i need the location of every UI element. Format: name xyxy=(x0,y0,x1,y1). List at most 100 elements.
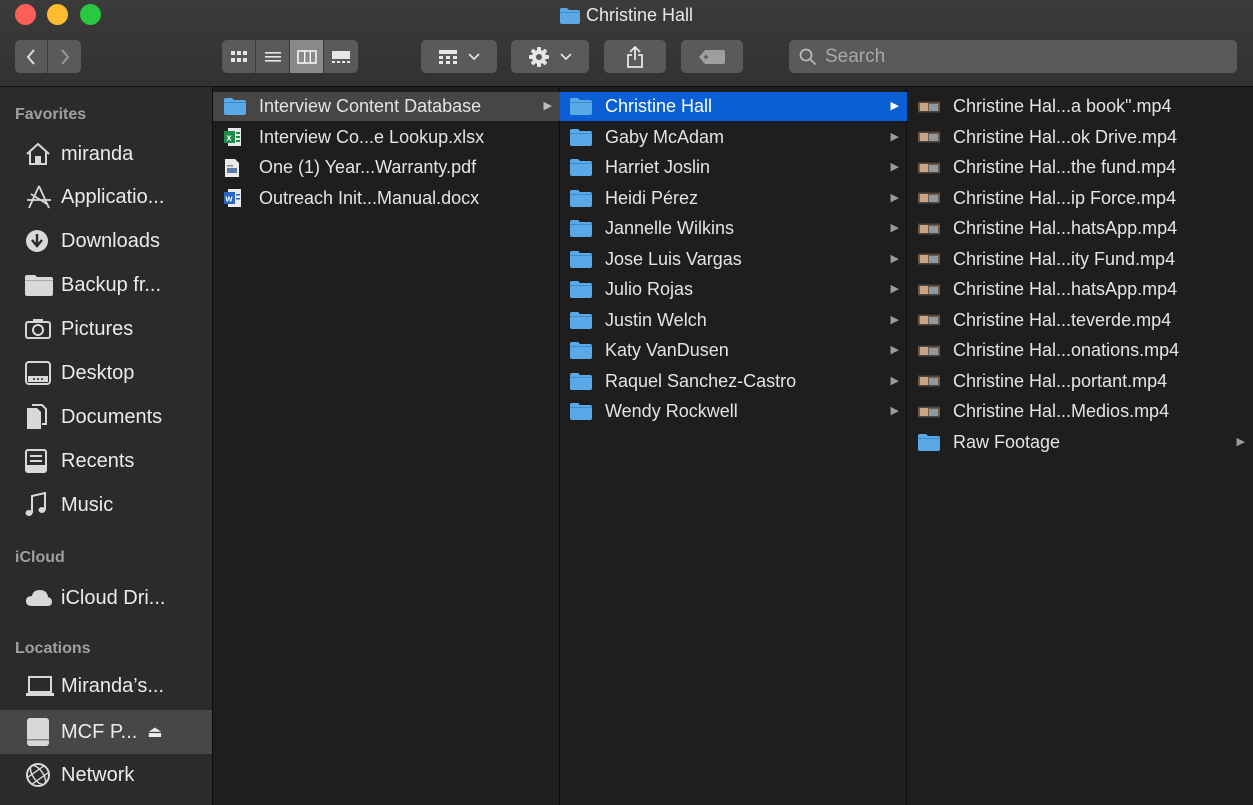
folder-icon xyxy=(559,7,580,29)
sidebar-item-label: iCloud Dri... xyxy=(61,586,166,609)
file-row[interactable]: Christine Hal...hatsApp.mp4 xyxy=(907,275,1253,304)
sidebar-item-desktop[interactable]: Desktop xyxy=(0,352,212,394)
tag-icon xyxy=(699,49,725,64)
file-row[interactable]: w Outreach Init...Manual.docx xyxy=(213,184,560,213)
folder-icon xyxy=(25,271,61,299)
documents-icon xyxy=(25,403,61,431)
browser-column-2: Christine Hall ▶ Gaby McAdam ▶ Harriet Josli… xyxy=(560,87,907,805)
sidebar-item-label: Pictures xyxy=(61,317,134,340)
file-row[interactable]: Christine Hal...onations.mp4 xyxy=(907,336,1253,365)
tag-button[interactable] xyxy=(681,40,743,73)
sidebar-item-downloads[interactable]: Downloads xyxy=(0,220,212,262)
gallery-view-button[interactable] xyxy=(324,40,358,73)
folder-row[interactable]: Heidi Pérez ▶ xyxy=(560,184,907,213)
grid-icon xyxy=(230,50,247,62)
video-file-icon xyxy=(918,158,940,178)
file-row[interactable]: Christine Hal...teverde.mp4 xyxy=(907,306,1253,335)
video-file-icon xyxy=(918,341,940,361)
folder-row[interactable]: Raw Footage ▶ xyxy=(907,428,1253,457)
item-name: Christine Hal...ity Fund.mp4 xyxy=(953,248,1176,269)
view-mode-control xyxy=(222,40,358,73)
pdf-icon xyxy=(224,158,246,178)
folder-row[interactable]: Jannelle Wilkins ▶ xyxy=(560,214,907,243)
folder-row[interactable]: Katy VanDusen ▶ xyxy=(560,336,907,365)
file-row[interactable]: Christine Hal...a book".mp4 xyxy=(907,92,1253,121)
item-name: Gaby McAdam xyxy=(605,126,725,147)
file-row[interactable]: Christine Hal...ity Fund.mp4 xyxy=(907,245,1253,274)
item-name: Outreach Init...Manual.docx xyxy=(259,187,480,208)
item-name: One (1) Year...Warranty.pdf xyxy=(259,157,477,177)
item-name: Julio Rojas xyxy=(605,279,694,299)
sidebar-item-network[interactable]: Network xyxy=(0,754,212,796)
file-row[interactable]: Christine Hal...the fund.mp4 xyxy=(907,153,1253,182)
list-view-button[interactable] xyxy=(256,40,290,73)
sidebar-item-label: Network xyxy=(61,763,135,786)
file-row[interactable]: One (1) Year...Warranty.pdf xyxy=(213,153,560,182)
drive-icon xyxy=(25,718,61,746)
item-name: Raquel Sanchez-Castro xyxy=(605,370,797,391)
folder-row[interactable]: Harriet Joslin ▶ xyxy=(560,153,907,182)
laptop-icon xyxy=(25,672,61,700)
sidebar-item-label: Backup fr... xyxy=(61,273,162,296)
folder-row[interactable]: Interview Content Database ▶ xyxy=(213,92,560,121)
action-button[interactable] xyxy=(511,40,589,73)
folder-row[interactable]: Julio Rojas ▶ xyxy=(560,275,907,304)
item-name: Christine Hal...the fund.mp4 xyxy=(953,157,1177,177)
eject-icon[interactable]: ⏏ xyxy=(147,722,162,742)
search-input[interactable] xyxy=(823,44,1227,69)
sidebar-item-recents[interactable]: Recents xyxy=(0,440,212,482)
disclosure-arrow-icon: ▶ xyxy=(890,405,899,417)
sidebar-item-pictures[interactable]: Pictures xyxy=(0,308,212,350)
sidebar-item-mac[interactable]: Miranda’s... xyxy=(0,665,212,707)
search-field[interactable] xyxy=(789,40,1237,73)
sidebar-item-applications[interactable]: Applicatio... xyxy=(0,176,212,218)
list-icon xyxy=(264,51,281,62)
file-row[interactable]: Christine Hal...portant.mp4 xyxy=(907,367,1253,396)
column-view-button[interactable] xyxy=(290,40,324,73)
item-name: Jannelle Wilkins xyxy=(605,218,735,238)
file-row[interactable]: x Interview Co...e Lookup.xlsx xyxy=(213,123,560,152)
video-file-icon xyxy=(918,97,940,117)
file-row[interactable]: Christine Hal...ip Force.mp4 xyxy=(907,184,1253,213)
word-document-icon: w xyxy=(224,188,246,208)
item-name: Interview Co...e Lookup.xlsx xyxy=(259,126,485,147)
file-row[interactable]: Christine Hal...hatsApp.mp4 xyxy=(907,214,1253,243)
share-button[interactable] xyxy=(604,40,666,73)
folder-row[interactable]: Gaby McAdam ▶ xyxy=(560,123,907,152)
file-row[interactable]: Christine Hal...Medios.mp4 xyxy=(907,397,1253,426)
item-name: Raw Footage xyxy=(953,431,1061,452)
folder-icon xyxy=(570,127,592,147)
downloads-icon xyxy=(25,227,61,255)
folder-row[interactable]: Wendy Rockwell ▶ xyxy=(560,397,907,426)
folder-row[interactable]: Jose Luis Vargas ▶ xyxy=(560,245,907,274)
chevron-left-icon xyxy=(26,48,35,65)
file-row[interactable]: Christine Hal...ok Drive.mp4 xyxy=(907,123,1253,152)
chevron-right-icon xyxy=(60,48,69,65)
group-button[interactable] xyxy=(421,40,497,73)
sidebar-item-external-drive[interactable]: MCF P... ⏏ xyxy=(0,710,212,754)
folder-icon xyxy=(570,280,592,300)
window-title: Christine Hall xyxy=(585,5,694,25)
video-file-icon xyxy=(918,188,940,208)
folder-icon xyxy=(570,341,592,361)
item-name: Christine Hal...portant.mp4 xyxy=(953,370,1168,391)
back-button[interactable] xyxy=(15,40,48,73)
forward-button[interactable] xyxy=(48,40,81,73)
folder-icon xyxy=(570,402,592,422)
sidebar-item-label: Applicatio... xyxy=(61,185,165,208)
folder-row[interactable]: Justin Welch ▶ xyxy=(560,306,907,335)
sidebar-item-music[interactable]: Music xyxy=(0,484,212,526)
folder-icon xyxy=(570,158,592,178)
sidebar-item-icloud-drive[interactable]: iCloud Dri... xyxy=(0,577,212,619)
sidebar-item-home[interactable]: miranda xyxy=(0,133,212,175)
sidebar-item-backup[interactable]: Backup fr... xyxy=(0,264,212,306)
item-name: Harriet Joslin xyxy=(605,157,711,177)
sidebar-heading-icloud: iCloud xyxy=(15,549,65,566)
folder-row[interactable]: Raquel Sanchez-Castro ▶ xyxy=(560,367,907,396)
icon-view-button[interactable] xyxy=(222,40,256,73)
folder-row[interactable]: Christine Hall ▶ xyxy=(560,92,907,121)
disclosure-arrow-icon: ▶ xyxy=(890,161,899,173)
sidebar-item-documents[interactable]: Documents xyxy=(0,396,212,438)
chevron-down-icon xyxy=(468,52,480,60)
folder-icon xyxy=(570,371,592,391)
